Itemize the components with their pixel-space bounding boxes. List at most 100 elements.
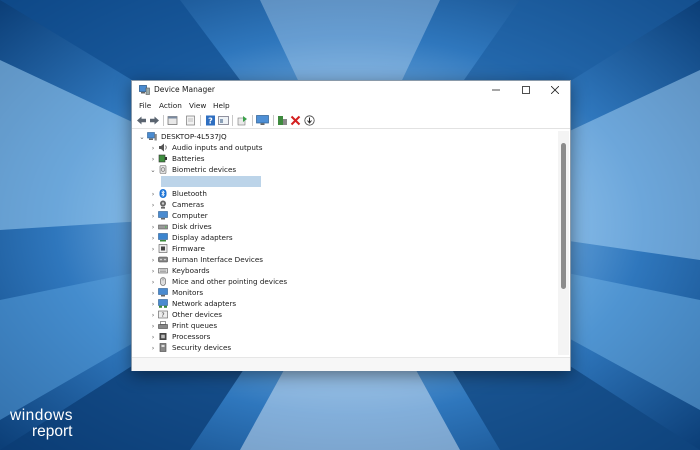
tree-item-firmware[interactable]: › Firmware (148, 243, 205, 254)
menu-bar: File Action View Help (132, 100, 570, 112)
add-device-icon[interactable] (277, 115, 288, 126)
scan-hardware-icon[interactable] (256, 115, 269, 126)
tree-item-audio[interactable]: › Audio inputs and outputs (148, 142, 263, 153)
battery-icon (158, 154, 167, 163)
forward-icon[interactable] (149, 115, 160, 126)
logo-line-1: windows (10, 407, 73, 424)
scrollbar-thumb[interactable] (561, 143, 566, 289)
chevron-right-icon[interactable]: › (148, 344, 158, 352)
tree-item-keyboards[interactable]: › Keyboards (148, 265, 210, 276)
maximize-button[interactable] (511, 81, 541, 99)
disk-icon (158, 224, 168, 230)
toolbar-separator (252, 115, 253, 126)
menu-help[interactable]: Help (213, 101, 230, 110)
tree-item-biometric[interactable]: ⌄ Biometric devices (148, 164, 236, 175)
chevron-right-icon[interactable]: › (148, 267, 158, 275)
chevron-right-icon[interactable]: › (148, 155, 158, 163)
computer-icon (147, 132, 157, 141)
speaker-icon (159, 143, 167, 152)
display-icon (158, 233, 168, 242)
chevron-down-icon[interactable]: ⌄ (148, 166, 158, 174)
minimize-button[interactable] (481, 81, 511, 99)
tree-root[interactable]: ⌄ DESKTOP-4L537JQ (137, 131, 227, 142)
tree-item-label: Disk drives (172, 222, 212, 231)
tree-item-label: Firmware (172, 244, 205, 253)
menu-view[interactable]: View (189, 101, 206, 110)
tree-item-disk-drives[interactable]: › Disk drives (148, 221, 212, 232)
tree-item-label: Human Interface Devices (172, 255, 263, 264)
chevron-right-icon[interactable]: › (148, 322, 158, 330)
tree-item-label: Keyboards (172, 266, 210, 275)
other-device-icon: ? (158, 310, 168, 319)
chevron-right-icon[interactable]: › (148, 201, 158, 209)
firmware-icon (158, 244, 168, 253)
biometric-icon (159, 165, 167, 174)
tree-item-label: Monitors (172, 288, 204, 297)
title-bar[interactable]: Device Manager (132, 81, 570, 99)
vertical-scrollbar[interactable] (558, 131, 569, 355)
security-icon (159, 343, 167, 352)
chevron-down-icon[interactable]: ⌄ (137, 133, 147, 141)
tree-item-mice[interactable]: › Mice and other pointing devices (148, 276, 288, 287)
tree-item-label: Batteries (172, 154, 205, 163)
uninstall-icon[interactable] (290, 115, 301, 126)
tree-item-display-adapters[interactable]: › Display adapters (148, 232, 233, 243)
tree-item-security-devices[interactable]: › Security devices (148, 342, 231, 353)
tree-item-label: Print queues (172, 321, 218, 330)
tree-item-bluetooth[interactable]: › Bluetooth (148, 188, 207, 199)
window-title: Device Manager (154, 85, 215, 94)
menu-file[interactable]: File (139, 101, 151, 110)
close-icon (551, 86, 559, 94)
chevron-right-icon[interactable]: › (148, 212, 158, 220)
tree-item-label: Display adapters (172, 233, 233, 242)
tree-item-label: Computer (172, 211, 208, 220)
status-bar (132, 357, 570, 371)
console-icon[interactable] (218, 115, 229, 126)
device-manager-window: Device Manager File Action View Help ? ⌄… (131, 80, 571, 371)
toolbar-separator (200, 115, 201, 126)
tree-item-label: Network adapters (172, 299, 237, 308)
update-driver-icon[interactable] (237, 115, 248, 126)
selected-biometric-device[interactable] (161, 176, 261, 187)
disable-icon[interactable] (304, 115, 315, 126)
tree-item-monitors[interactable]: › Monitors (148, 287, 203, 298)
monitor-icon (158, 288, 168, 297)
chevron-right-icon[interactable]: › (148, 144, 158, 152)
chevron-right-icon[interactable]: › (148, 234, 158, 242)
chevron-right-icon[interactable]: › (148, 333, 158, 341)
chevron-right-icon[interactable]: › (148, 223, 158, 231)
tree-item-hid[interactable]: › Human Interface Devices (148, 254, 263, 265)
tree-item-network-adapters[interactable]: › Network adapters (148, 298, 236, 309)
tree-item-processors[interactable]: › Processors (148, 331, 211, 342)
chevron-right-icon[interactable]: › (148, 245, 158, 253)
help-icon[interactable]: ? (205, 115, 216, 126)
tree-root-label: DESKTOP-4L537JQ (161, 132, 227, 141)
tree-item-other-devices[interactable]: › ? Other devices (148, 309, 222, 320)
hid-icon (158, 256, 168, 263)
camera-icon (160, 200, 166, 209)
chevron-right-icon[interactable]: › (148, 190, 158, 198)
tree-item-label: Biometric devices (172, 165, 237, 174)
toolbar-separator (273, 115, 274, 126)
tree-item-computer[interactable]: › Computer (148, 210, 208, 221)
svg-text:?: ? (161, 312, 164, 319)
network-icon (158, 299, 168, 308)
show-hidden-icon[interactable] (185, 115, 196, 126)
chevron-right-icon[interactable]: › (148, 278, 158, 286)
tree-item-print-queues[interactable]: › Print queues (148, 320, 217, 331)
tree-item-batteries[interactable]: › Batteries (148, 153, 205, 164)
tree-item-label: Cameras (172, 200, 204, 209)
chevron-right-icon[interactable]: › (148, 256, 158, 264)
mouse-icon (160, 277, 166, 286)
chevron-right-icon[interactable]: › (148, 289, 158, 297)
windows-report-logo: windows report (10, 408, 73, 440)
properties-icon[interactable] (167, 115, 178, 126)
printer-icon (158, 321, 168, 329)
chevron-right-icon[interactable]: › (148, 311, 158, 319)
tree-item-label: Bluetooth (172, 189, 207, 198)
close-button[interactable] (540, 81, 570, 99)
tree-item-cameras[interactable]: › Cameras (148, 199, 204, 210)
menu-action[interactable]: Action (159, 101, 182, 110)
chevron-right-icon[interactable]: › (148, 300, 158, 308)
back-icon[interactable] (136, 115, 147, 126)
